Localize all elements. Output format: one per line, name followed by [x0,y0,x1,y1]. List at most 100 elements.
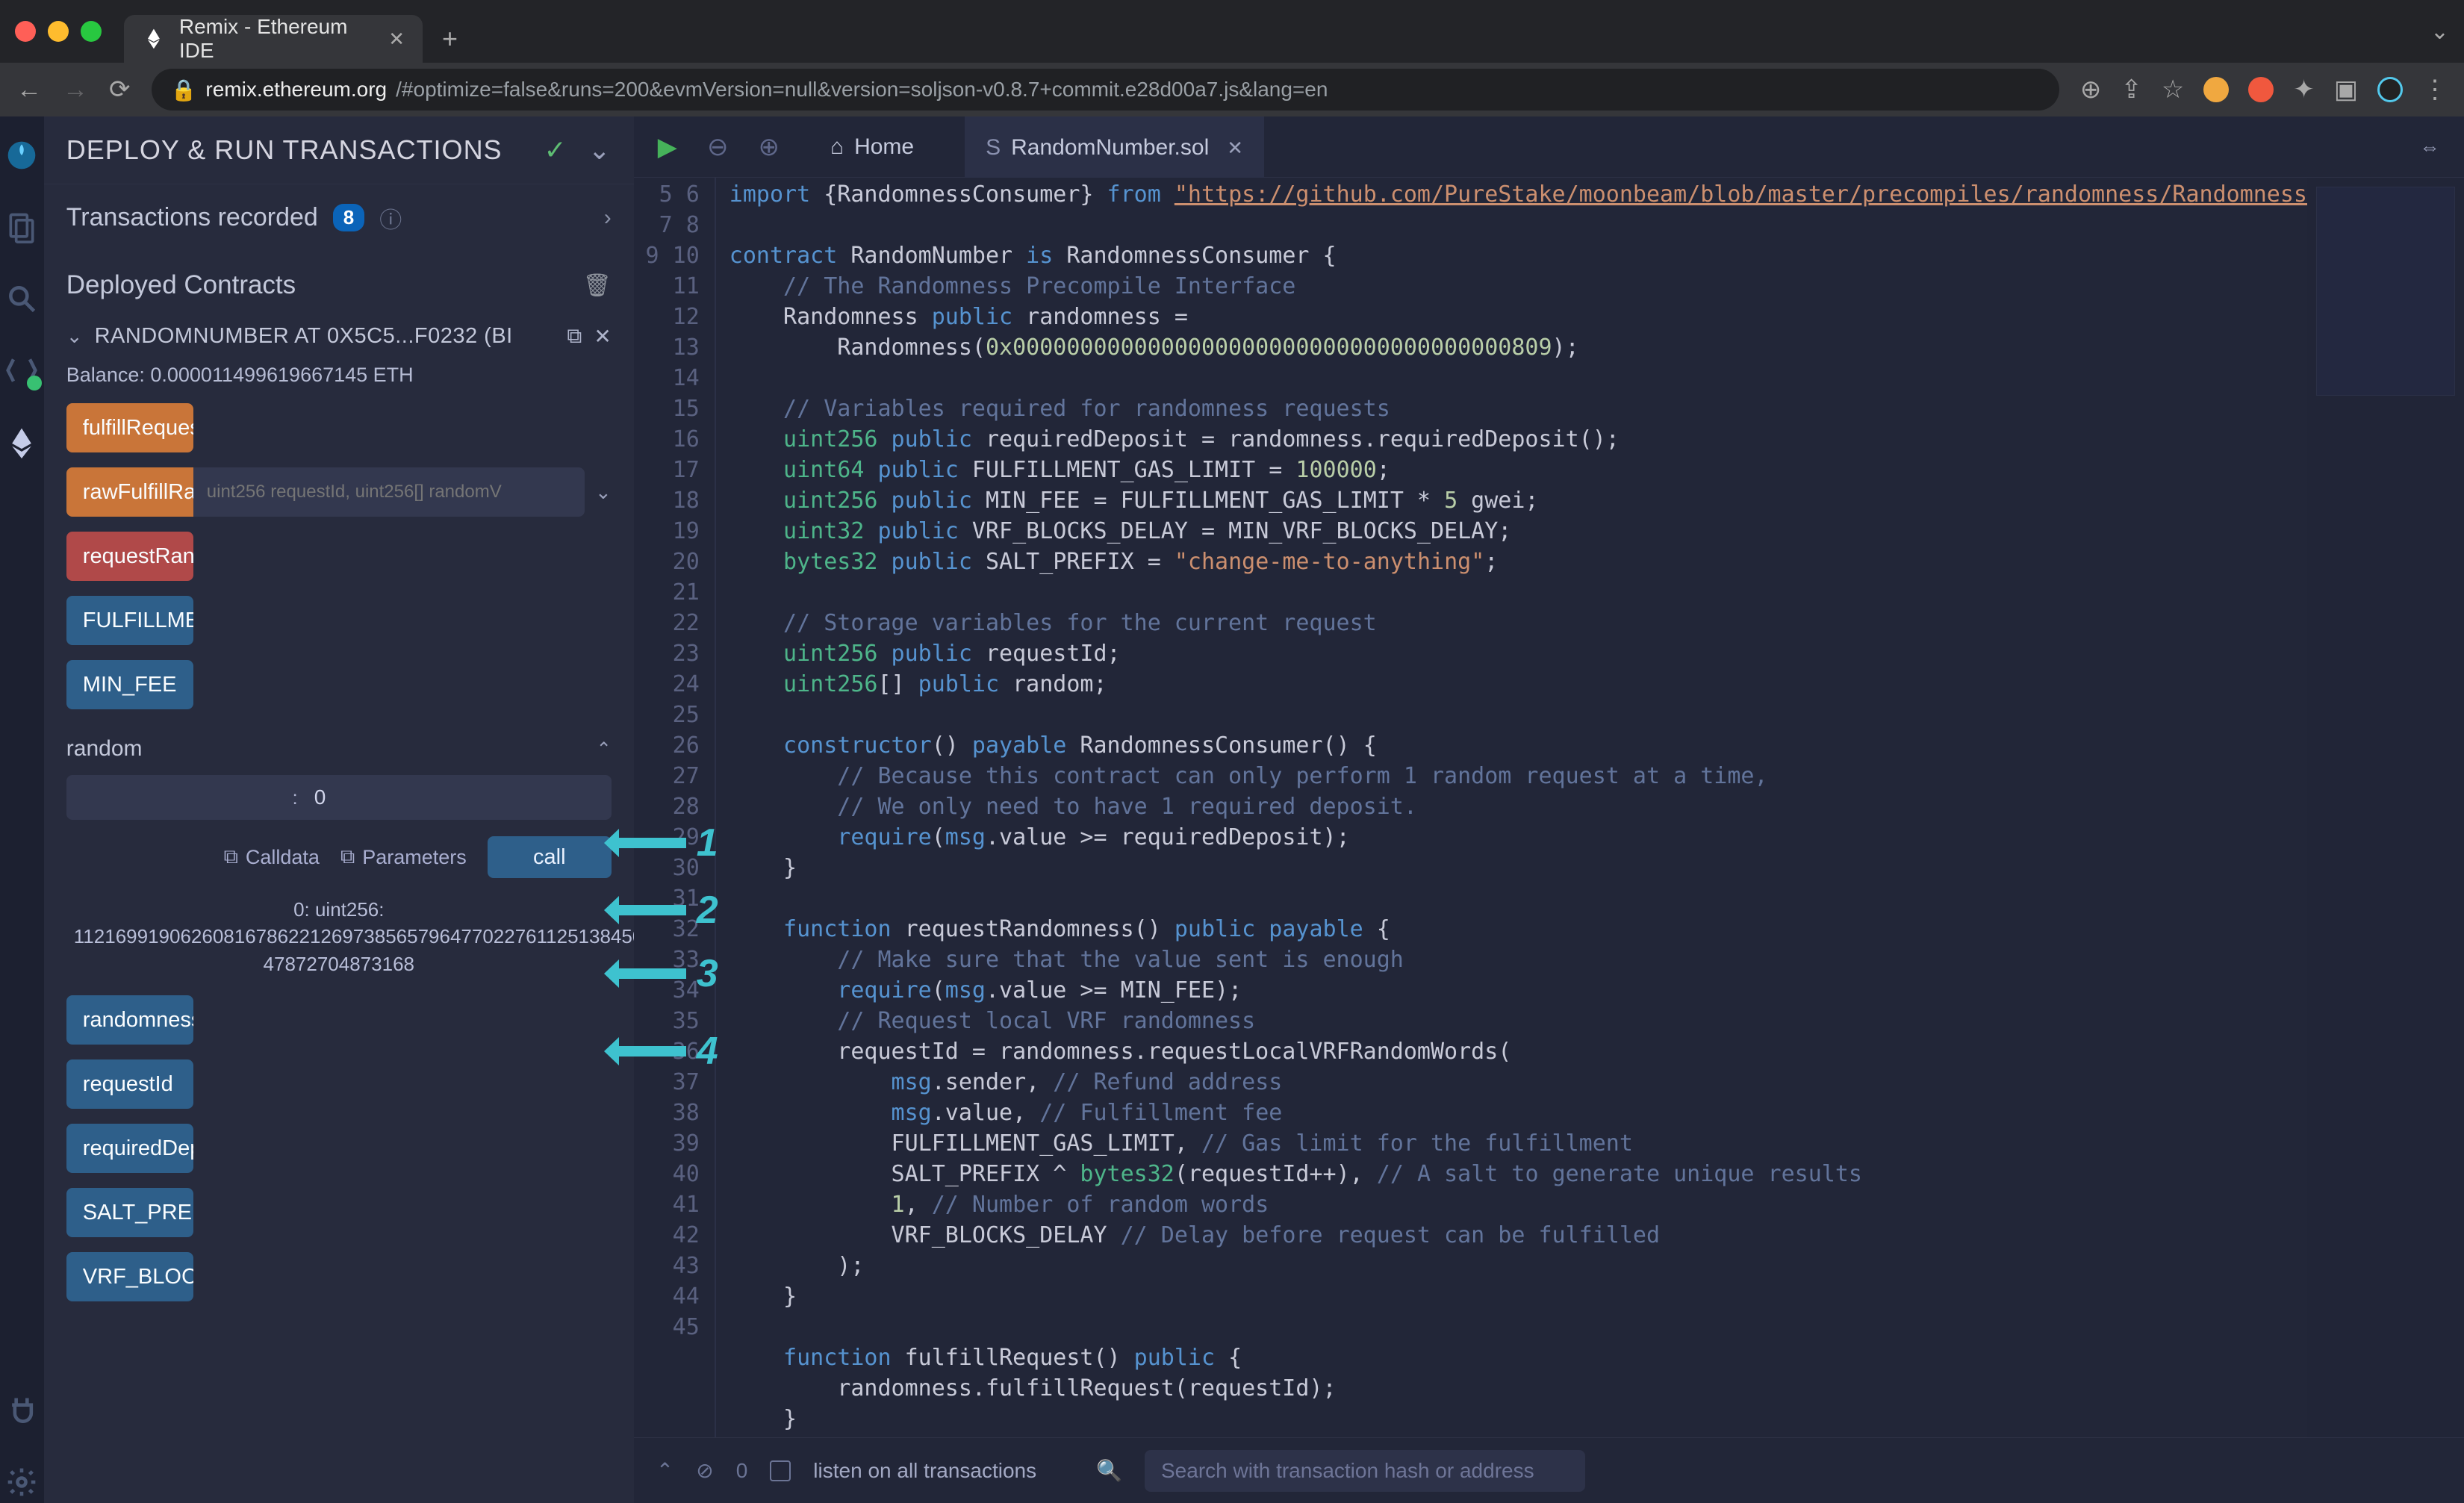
browser-titlebar: Remix - Ethereum IDE ✕ + ⌄ [0,0,2464,63]
terminal-search-input[interactable]: Search with transaction hash or address [1145,1450,1585,1492]
file-tab[interactable]: S RandomNumber.sol ✕ [965,116,1264,178]
function-list: fulfillRequest rawFulfillRanc ⌄ requestR… [44,403,634,732]
home-tab[interactable]: ⌂ Home [809,116,935,178]
terminal-search-icon[interactable]: 🔍 [1096,1458,1122,1483]
chevron-down-icon[interactable]: ⌄ [66,325,83,348]
copy-icon: ⧉ [224,845,238,869]
maximize-window-button[interactable] [81,21,102,42]
new-tab-button[interactable]: + [442,23,458,55]
window-controls [15,21,102,42]
call-button[interactable]: call [488,836,612,878]
annotation-arrow-3: 3 [604,951,718,996]
search-icon[interactable] [1,278,43,320]
tx-recorded-row[interactable]: Transactions recorded 8 ⓘ › [44,184,634,251]
pending-count: 0 [736,1459,748,1483]
file-explorer-icon[interactable] [1,206,43,248]
settings-gear-icon[interactable] [1,1461,43,1503]
url-host: remix.ethereum.org [205,78,387,102]
fn-vrfblocks-button[interactable]: VRF_BLOCKS_ [66,1252,193,1301]
extension-1-icon[interactable] [2203,77,2229,102]
fn-fulfillrequest-button[interactable]: fulfillRequest [66,403,193,452]
compiler-success-badge [27,376,42,390]
random-index-input-row: : [66,775,612,820]
fn-fulfillment-gas-button[interactable]: FULFILLMENT [66,596,193,645]
chevron-down-icon[interactable]: ⌄ [588,134,612,166]
info-icon[interactable]: ⓘ [379,202,402,234]
plugin-icon[interactable] [1,1390,43,1431]
random-expanded-section: random ⌃ : ⧉Calldata ⧉Parameters call 0:… [44,732,634,982]
listen-label: listen on all transactions [813,1459,1036,1483]
contract-title: RANDOMNUMBER AT 0X5C5...F0232 (BI [95,324,556,349]
tabs-dropdown-icon[interactable]: ⌄ [2430,19,2449,45]
play-icon[interactable]: ▶ [658,132,677,162]
close-file-icon[interactable]: ✕ [1227,137,1243,160]
panel-header: DEPLOY & RUN TRANSACTIONS ✓ ⌄ [44,116,634,184]
browser-tab[interactable]: Remix - Ethereum IDE ✕ [124,15,423,63]
fn-minfee-button[interactable]: MIN_FEE [66,660,193,709]
toolbar-right-icons: ⊕ ⇪ ☆ ✦ ▣ ⋮ [2080,75,2448,105]
random-index-input[interactable] [314,785,598,809]
back-icon[interactable]: ← [16,75,42,105]
profile-avatar-icon[interactable] [2377,77,2403,102]
remove-contract-icon[interactable]: ✕ [594,324,611,349]
eth-favicon-icon [142,26,166,52]
star-icon[interactable]: ☆ [2162,75,2184,105]
fn-requestrandom-button[interactable]: requestRando [66,532,193,581]
listen-checkbox[interactable] [770,1460,791,1481]
fn-saltprefix-button[interactable]: SALT_PREFIX [66,1188,193,1237]
annotation-arrow-2: 2 [604,888,718,933]
share-icon[interactable]: ⇪ [2121,75,2142,105]
url-box[interactable]: 🔒 remix.ethereum.org /#optimize=false&ru… [152,69,2059,111]
puzzle-icon[interactable]: ✦ [2293,75,2315,105]
terminal-bar: ⌃ ⊘ 0 listen on all transactions 🔍 Searc… [634,1437,2464,1503]
annotation-arrow-4: 4 [604,1029,718,1074]
remix-logo-icon[interactable] [1,134,43,176]
editor-minimap[interactable] [2307,178,2464,1437]
compiler-icon[interactable] [1,349,43,391]
reload-icon[interactable]: ⟳ [109,75,131,105]
tx-count-badge: 8 [333,204,364,231]
maximize-editor-icon[interactable]: ⇔ [2419,135,2440,159]
zoom-in-icon[interactable]: ⊕ [758,132,780,162]
contract-balance: Balance: 0.000011499619667145 ETH [44,359,634,403]
copy-parameters-button[interactable]: ⧉Parameters [340,845,467,869]
expand-chevron-icon[interactable]: ⌄ [595,481,612,504]
close-tab-icon[interactable]: ✕ [388,28,405,51]
colon-label: : [293,786,298,809]
fn-rawfulfill-button[interactable]: rawFulfillRanc [66,467,193,517]
editor-area: ▶ ⊖ ⊕ ⌂ Home S RandomNumber.sol ✕ ⇔ 5 6 … [634,116,2464,1503]
extension-2-icon[interactable] [2248,77,2274,102]
call-result-output: 0: uint256: 1121699190626081678622126973… [66,896,612,977]
fn-requireddeposit-button[interactable]: requiredDepos [66,1124,193,1173]
code-content[interactable]: import {RandomnessConsumer} from "https:… [716,178,2307,1437]
zoom-out-icon[interactable]: ⊖ [707,132,729,162]
fn-requestid-button[interactable]: requestId [66,1059,193,1109]
minimize-window-button[interactable] [48,21,69,42]
copy-address-icon[interactable]: ⧉ [567,324,582,349]
editor-toolbar: ▶ ⊖ ⊕ ⌂ Home S RandomNumber.sol ✕ ⇔ [634,116,2464,178]
deployed-contract-row[interactable]: ⌄ RANDOMNUMBER AT 0X5C5...F0232 (BI ⧉ ✕ [44,314,634,359]
copy-calldata-button[interactable]: ⧉Calldata [224,845,320,869]
fn-rawfulfill-input[interactable] [193,467,585,517]
solidity-file-icon: S [986,135,1001,161]
kebab-menu-icon[interactable]: ⋮ [2422,75,2448,105]
close-window-button[interactable] [15,21,36,42]
collapse-chevron-icon[interactable]: ⌃ [597,738,612,760]
annotation-arrow-1: 1 [604,821,718,865]
check-icon[interactable]: ✓ [544,134,567,166]
chevron-right-icon[interactable]: › [604,205,612,231]
clear-terminal-icon[interactable]: ⊘ [696,1458,713,1483]
collapse-terminal-icon[interactable]: ⌃ [656,1458,673,1483]
forward-icon[interactable]: → [63,75,88,105]
panel-title: DEPLOY & RUN TRANSACTIONS [66,134,503,166]
code-editor[interactable]: 5 6 7 8 9 10 11 12 13 14 15 16 17 18 19 … [634,178,2464,1437]
line-gutter: 5 6 7 8 9 10 11 12 13 14 15 16 17 18 19 … [634,178,716,1437]
tx-recorded-label: Transactions recorded [66,203,318,232]
address-bar: ← → ⟳ 🔒 remix.ethereum.org /#optimize=fa… [0,63,2464,116]
zoom-icon[interactable]: ⊕ [2080,75,2102,105]
fn-randomness-button[interactable]: randomness [66,995,193,1045]
trash-icon[interactable]: 🗑 [583,273,612,299]
deploy-icon[interactable] [1,421,43,463]
panel-icon[interactable]: ▣ [2334,75,2358,105]
copy-icon: ⧉ [340,845,355,869]
